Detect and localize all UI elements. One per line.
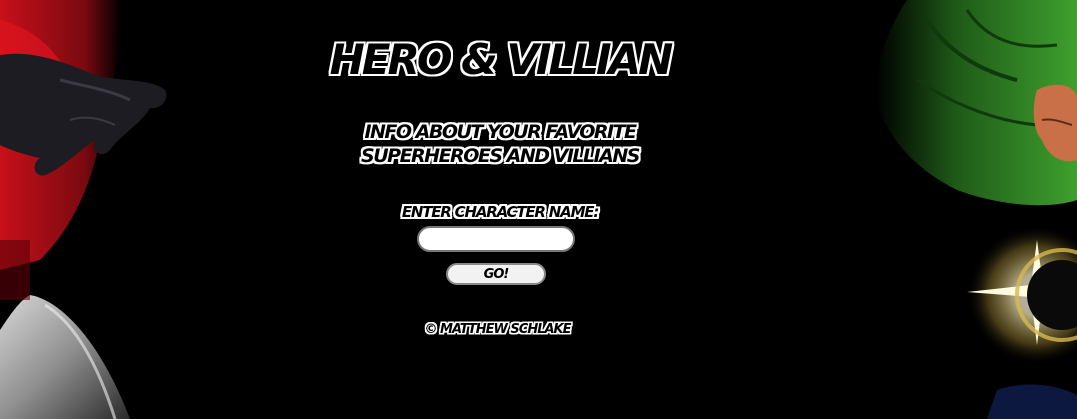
page-subtitle: Info about your favorite superheroes and… — [0, 120, 1000, 168]
page-title: Hero & Villian — [329, 35, 674, 84]
copyright-footer: © Matthew Schlake — [424, 322, 571, 337]
subtitle-line-1: Info about your favorite — [364, 121, 637, 143]
subtitle-line-2: superheroes and villians — [361, 145, 640, 167]
page: Hero & Villian Info about your favorite … — [0, 0, 1077, 419]
character-name-label: Enter Character Name: — [401, 203, 600, 221]
go-button[interactable]: Go! — [446, 263, 546, 285]
character-name-input[interactable] — [417, 226, 575, 252]
